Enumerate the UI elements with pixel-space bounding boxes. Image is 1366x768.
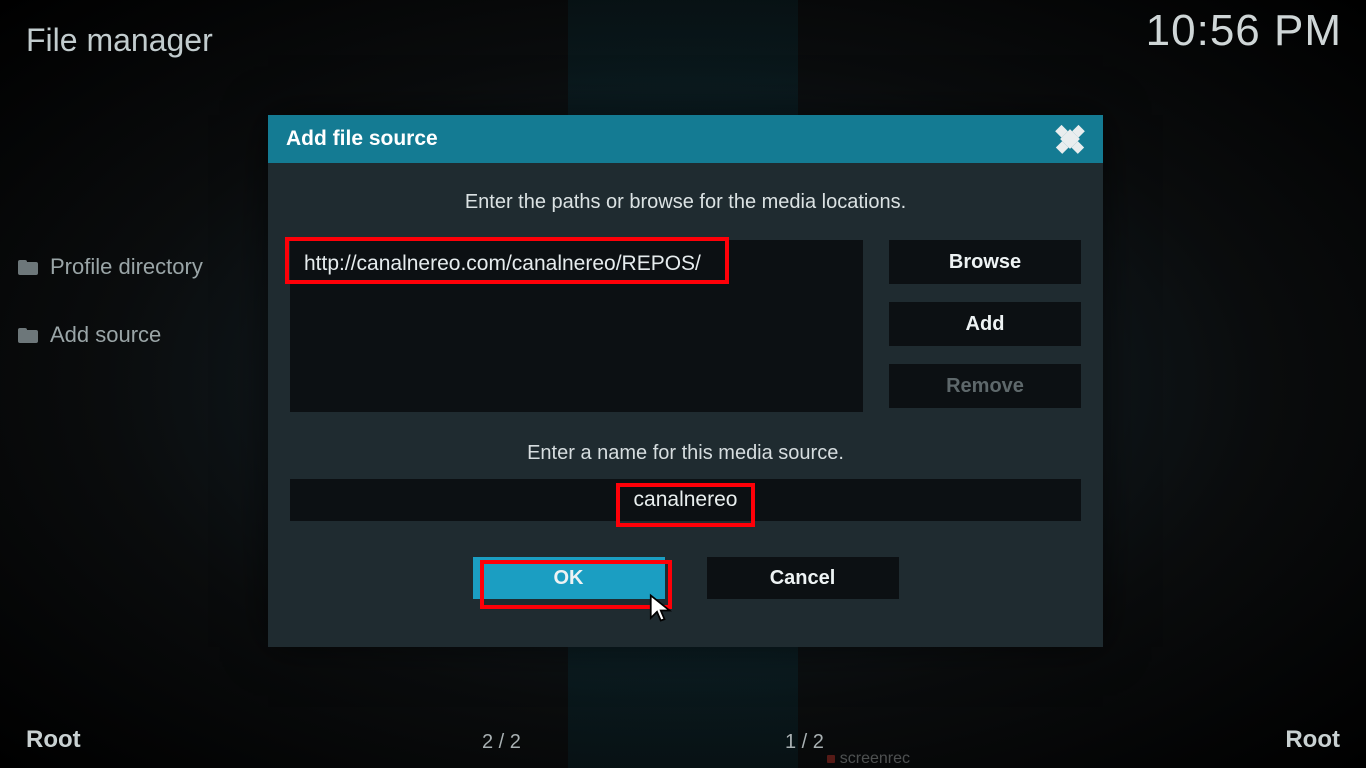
footer-left-count: 2 / 2 (482, 731, 521, 754)
screenrec-watermark: screenrec (827, 750, 910, 768)
record-dot-icon (827, 755, 835, 763)
watermark-text: screenrec (840, 750, 910, 768)
footer-right-count: 1 / 2 (785, 731, 824, 754)
sidebar-item-label: Add source (50, 322, 161, 348)
footer-right-title: Root (1285, 726, 1340, 754)
remove-button: Remove (889, 364, 1081, 408)
dialog-title: Add file source (286, 127, 438, 151)
paths-instruction: Enter the paths or browse for the media … (290, 191, 1081, 214)
dialog-titlebar: Add file source (268, 115, 1103, 163)
add-file-source-dialog: Add file source Enter the paths or brows… (268, 115, 1103, 647)
footer-left-title: Root (26, 726, 81, 754)
folder-icon (18, 328, 38, 343)
sidebar-item-add-source[interactable]: Add source (14, 312, 264, 358)
add-button[interactable]: Add (889, 302, 1081, 346)
sidebar: Profile directory Add source (14, 244, 264, 380)
browse-button[interactable]: Browse (889, 240, 1081, 284)
page-title: File manager (26, 22, 213, 59)
app-window: File manager 10:56 PM Profile directory … (0, 0, 1366, 768)
kodi-logo-icon (1049, 118, 1091, 160)
dialog-body: Enter the paths or browse for the media … (268, 163, 1103, 609)
sidebar-item-profile-directory[interactable]: Profile directory (14, 244, 264, 290)
footer: Root 2 / 2 1 / 2 Root (0, 714, 1366, 754)
source-name-input[interactable]: canalnereo (290, 479, 1081, 521)
source-name-value: canalnereo (634, 488, 738, 512)
folder-icon (18, 260, 38, 275)
cancel-button[interactable]: Cancel (707, 557, 899, 599)
clock: 10:56 PM (1146, 6, 1342, 56)
name-instruction: Enter a name for this media source. (290, 442, 1081, 465)
path-entry[interactable]: http://canalnereo.com/canalnereo/REPOS/ (296, 244, 857, 284)
sidebar-item-label: Profile directory (50, 254, 203, 280)
ok-button[interactable]: OK (473, 557, 665, 599)
paths-list[interactable]: http://canalnereo.com/canalnereo/REPOS/ (290, 240, 863, 412)
